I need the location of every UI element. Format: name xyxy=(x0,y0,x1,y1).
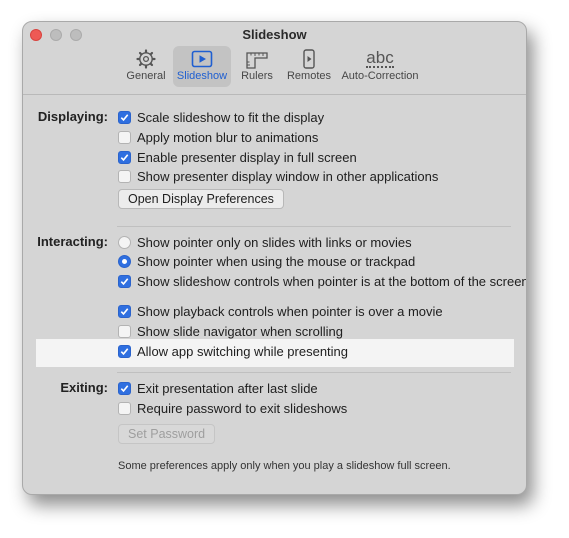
displaying-label: Displaying: xyxy=(37,109,108,124)
checkbox-checked[interactable] xyxy=(118,381,131,395)
option-motion-blur[interactable]: Apply motion blur to animations xyxy=(118,128,318,146)
checkbox-checked[interactable] xyxy=(118,150,131,164)
option-exit-after-last-slide[interactable]: Exit presentation after last slide xyxy=(118,379,318,397)
option-require-password[interactable]: Require password to exit slideshows xyxy=(118,399,347,417)
tab-slideshow[interactable]: Slideshow xyxy=(173,46,231,87)
checkbox-checked[interactable] xyxy=(118,110,131,124)
tab-rulers[interactable]: Rulers xyxy=(237,46,277,87)
toolbar-divider xyxy=(23,94,526,95)
remote-phone-icon xyxy=(285,49,333,69)
option-slideshow-controls[interactable]: Show slideshow controls when pointer is … xyxy=(118,272,526,290)
option-app-switching[interactable]: Allow app switching while presenting xyxy=(118,342,348,360)
exiting-label: Exiting: xyxy=(60,380,108,395)
option-slide-navigator[interactable]: Show slide navigator when scrolling xyxy=(118,322,343,340)
abc-icon: abc xyxy=(366,48,394,68)
checkbox-checked[interactable] xyxy=(118,304,131,318)
titlebar: Slideshow General Slideshow Rulers Remot… xyxy=(23,22,526,95)
option-presenter-display[interactable]: Enable presenter display in full screen xyxy=(118,148,357,166)
radio-pointer-links-movies[interactable]: Show pointer only on slides with links o… xyxy=(118,233,412,251)
tab-remotes-label: Remotes xyxy=(286,70,332,82)
checkbox-checked[interactable] xyxy=(118,344,131,358)
option-scale-slideshow[interactable]: Scale slideshow to fit the display xyxy=(118,108,324,126)
tab-general-label: General xyxy=(126,70,166,82)
option-presenter-window[interactable]: Show presenter display window in other a… xyxy=(118,167,438,185)
tab-remotes[interactable]: Remotes xyxy=(285,46,333,87)
tab-auto-correction[interactable]: abc Auto-Correction xyxy=(339,46,421,87)
checkbox-unchecked[interactable] xyxy=(118,169,131,183)
tab-slideshow-label: Slideshow xyxy=(176,70,228,82)
radio-pointer-mouse-trackpad[interactable]: Show pointer when using the mouse or tra… xyxy=(118,252,415,270)
interacting-label: Interacting: xyxy=(37,234,108,249)
open-display-preferences-button[interactable]: Open Display Preferences xyxy=(118,189,284,209)
tab-auto-correction-label: Auto-Correction xyxy=(341,70,419,82)
checkbox-unchecked[interactable] xyxy=(118,130,131,144)
checkbox-unchecked[interactable] xyxy=(118,324,131,338)
window-title: Slideshow xyxy=(242,27,307,42)
section-divider xyxy=(117,372,511,373)
tab-rulers-label: Rulers xyxy=(241,70,273,82)
option-playback-controls[interactable]: Show playback controls when pointer is o… xyxy=(118,302,443,320)
radio-unselected[interactable] xyxy=(118,235,131,249)
radio-selected[interactable] xyxy=(118,254,131,268)
preferences-window: Slideshow General Slideshow Rulers Remot… xyxy=(22,21,527,495)
checkbox-checked[interactable] xyxy=(118,274,131,288)
tab-general[interactable]: General xyxy=(123,46,169,87)
set-password-button[interactable]: Set Password xyxy=(118,424,216,444)
footnote-text: Some preferences apply only when you pla… xyxy=(118,460,451,472)
gear-icon xyxy=(123,49,169,69)
section-divider xyxy=(117,226,511,227)
ruler-icon xyxy=(237,49,277,69)
play-slide-icon xyxy=(173,49,231,69)
checkbox-unchecked[interactable] xyxy=(118,401,131,415)
